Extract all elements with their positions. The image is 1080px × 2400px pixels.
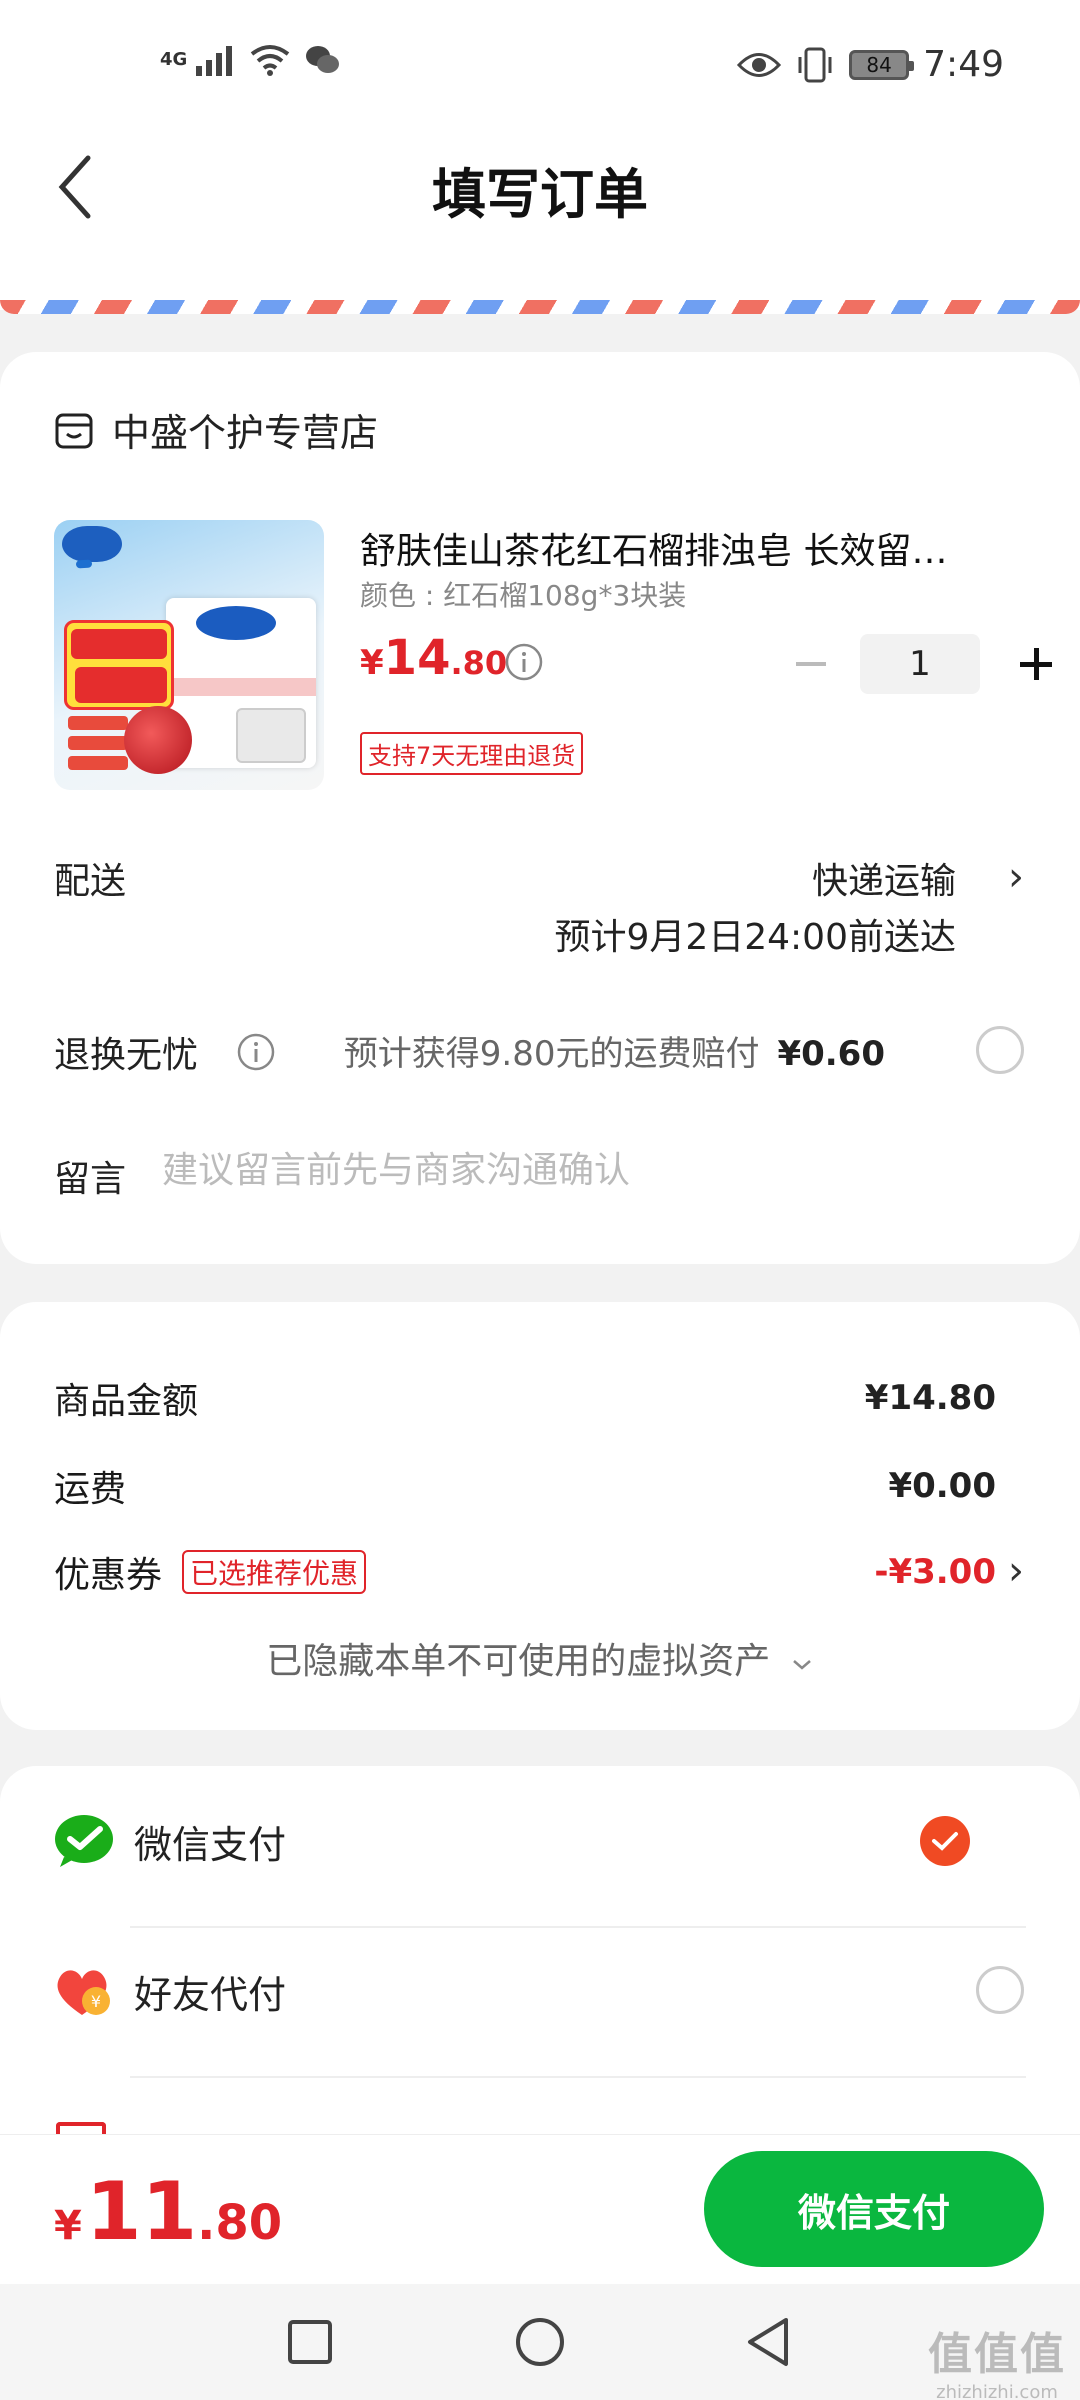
payment-option-label: 微信支付 (134, 1822, 287, 1867)
clock: 7:49 (923, 44, 1004, 85)
order-card: 中盛个护专营店 舒肤佳山茶花红石榴排浊皂 长效留… 颜色 : 红石榴108g*3… (0, 352, 1080, 1264)
goods-amount-label: 商品金额 (54, 1381, 199, 1422)
return-insurance-label: 退换无忧 (54, 1035, 199, 1076)
wechat-notification-icon (306, 46, 339, 73)
product-title[interactable]: 舒肤佳山茶花红石榴排浊皂 长效留… (360, 522, 1000, 574)
store-header[interactable]: 中盛个护专营店 (54, 402, 378, 457)
price-info-icon[interactable] (504, 642, 544, 686)
goods-amount-row: 商品金额 ¥14.80 (54, 1372, 996, 1424)
return-insurance-amount: ¥0.60 (777, 1034, 885, 1074)
network-type: 4G (160, 49, 188, 70)
coupon-recommend-badge: 已选推荐优惠 (182, 1550, 367, 1594)
friend-pay-heart-icon: ¥ (57, 1970, 110, 2015)
return-insurance-radio[interactable] (976, 1026, 1024, 1074)
home-button[interactable] (514, 2316, 566, 2368)
chevron-down-icon (792, 1660, 811, 1670)
battery-indicator: 84 (849, 49, 915, 80)
return-insurance-text: 预计获得9.80元的运费赔付 ¥0.60 (344, 1026, 885, 1075)
page-title: 填写订单 (432, 163, 648, 226)
total-symbol: ¥ (54, 2203, 82, 2249)
shipping-fee-row: 运费 ¥0.00 (54, 1460, 996, 1512)
wifi-icon (250, 45, 290, 76)
coupon-row[interactable]: 优惠券 已选推荐优惠 -¥3.00 (54, 1546, 996, 1598)
pay-button[interactable]: 微信支付 (704, 2151, 1044, 2267)
message-label: 留言 (54, 1159, 127, 1200)
airmail-border (0, 300, 1080, 314)
coupon-value: -¥3.00 (874, 1552, 996, 1592)
chevron-right-icon[interactable]: › (1008, 854, 1024, 900)
vibrate-icon (798, 47, 832, 82)
price-decimal: .80 (450, 644, 508, 682)
checkout-bar: ¥ 11 .80 微信支付 (0, 2134, 1080, 2284)
svg-text:¥: ¥ (91, 1992, 101, 2011)
quantity-stepper: 1 (790, 634, 1056, 694)
payment-option-friend[interactable]: ¥ 好友代付 (54, 1916, 1026, 2066)
store-icon (55, 413, 93, 448)
product-spec: 颜色 : 红石榴108g*3块装 (360, 579, 687, 612)
total-integer: 11 (85, 2165, 198, 2258)
wechat-pay-icon (55, 1815, 113, 1867)
payment-option-label: 好友代付 (134, 1972, 287, 2017)
hidden-assets-text: 已隐藏本单不可使用的虚拟资产 (266, 1641, 771, 1682)
watermark-main: 值值值 (928, 2329, 1066, 2380)
price-symbol: ¥ (360, 643, 384, 683)
store-name: 中盛个护专营店 (112, 411, 379, 455)
total-price: ¥ 11 .80 (54, 2165, 282, 2258)
coupon-chevron-right-icon[interactable]: › (1008, 1548, 1024, 1594)
status-right: 84 7:49 (737, 44, 1004, 85)
hidden-assets-toggle[interactable]: 已隐藏本单不可使用的虚拟资产 (0, 1632, 1080, 1684)
shipping-fee-label: 运费 (54, 1469, 127, 1510)
signal-icon (196, 46, 232, 76)
system-navigation-bar (0, 2284, 1080, 2400)
eye-icon (737, 52, 782, 77)
summary-card: 商品金额 ¥14.80 运费 ¥0.00 优惠券 已选推荐优惠 -¥3.00 ›… (0, 1302, 1080, 1730)
delivery-eta: 预计9月2日24:00前送达 (554, 917, 956, 958)
address-card-edge (0, 280, 1080, 302)
watermark: 值值值 zhizhizhi.com (928, 2318, 1066, 2400)
back-nav-button[interactable] (744, 2316, 792, 2368)
watermark-sub: zhizhizhi.com (936, 2382, 1058, 2400)
quantity-input[interactable]: 1 (860, 634, 980, 694)
payment-selected-check[interactable] (920, 1816, 970, 1866)
divider (130, 2076, 1026, 2078)
message-input[interactable] (162, 1150, 1022, 1191)
recent-apps-button[interactable] (286, 2318, 334, 2366)
return-insurance-desc: 预计获得9.80元的运费赔付 (343, 1034, 760, 1074)
delivery-label: 配送 (54, 861, 127, 902)
coupon-label: 优惠券 (54, 1555, 163, 1596)
info-icon[interactable] (236, 1032, 276, 1076)
goods-amount-value: ¥14.80 (864, 1378, 996, 1418)
decrease-quantity-button[interactable] (790, 634, 832, 694)
payment-option-wechat[interactable]: 微信支付 (54, 1766, 1026, 1916)
product-price: ¥ 14 .80 (360, 630, 507, 686)
payment-card: 微信支付 ¥ 好友代付 (0, 1766, 1080, 2186)
check-icon (932, 1832, 958, 1851)
return-policy-badge: 支持7天无理由退货 (360, 732, 584, 775)
delivery-method[interactable]: 快递运输 (812, 852, 956, 904)
status-left: 4G (160, 44, 340, 76)
payment-radio[interactable] (976, 1966, 1024, 2014)
status-bar: 4G 84 7:49 (0, 0, 1080, 130)
price-integer: 14 (383, 630, 451, 686)
shipping-fee-value: ¥0.00 (888, 1466, 996, 1506)
increase-quantity-button[interactable] (1016, 644, 1056, 684)
product-image[interactable] (54, 520, 324, 790)
total-decimal: .80 (197, 2195, 283, 2251)
